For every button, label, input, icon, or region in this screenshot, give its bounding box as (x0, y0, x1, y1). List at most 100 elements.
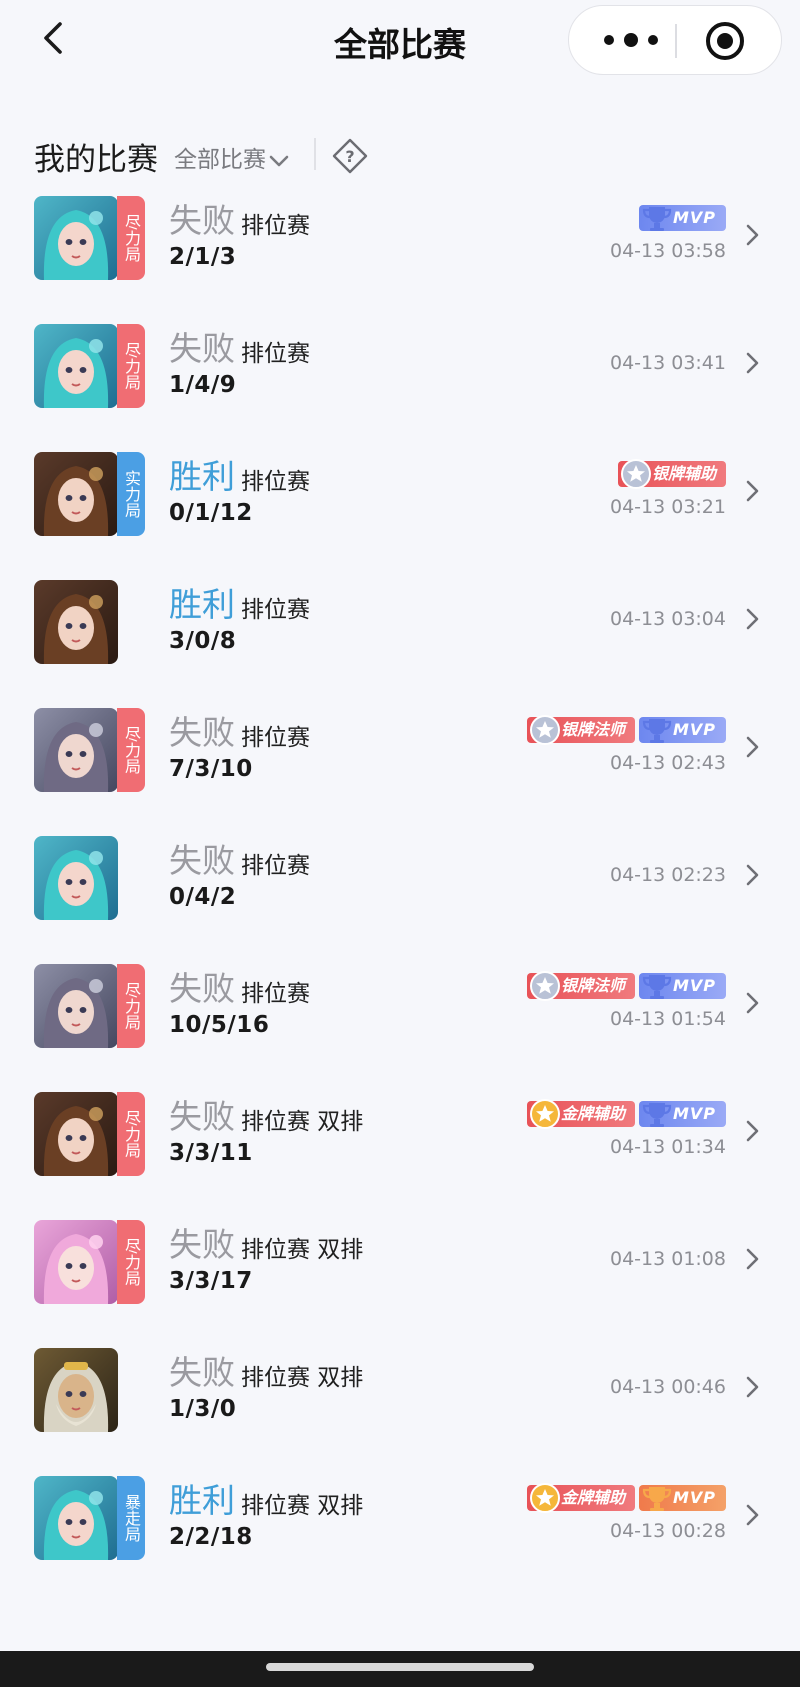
mvp-badge: MVP (638, 973, 726, 999)
game-tag-badge: 暴走局 (117, 1476, 145, 1560)
match-mode: 排位赛 双排 (241, 1237, 364, 1263)
kda-score: 2/2/18 (169, 1524, 253, 1550)
match-time: 04-13 02:43 (609, 752, 726, 774)
match-row[interactable]: 实力局 胜利 排位赛 0/1/12 银牌辅助 04-13 03:21 (0, 444, 800, 582)
chevron-right-icon (746, 736, 759, 758)
record-target-icon[interactable] (697, 14, 753, 68)
badge-label: MVP (672, 1104, 716, 1123)
match-row[interactable]: 尽力局 失败 排位赛 双排 3/3/17 04-13 01:08 (0, 1212, 800, 1350)
trophy-icon (642, 1103, 672, 1127)
match-row[interactable]: 暴走局 胜利 排位赛 双排 2/2/18 金牌辅助 MVP 04-13 00:28 (0, 1468, 800, 1606)
kda-score: 7/3/10 (169, 756, 253, 782)
svg-text:?: ? (345, 147, 354, 166)
hero-avatar (34, 580, 118, 664)
match-mode: 排位赛 (241, 725, 310, 751)
honor-badges: MVP (638, 205, 726, 235)
match-mode: 排位赛 双排 (241, 1493, 364, 1519)
match-result: 失败 (169, 713, 235, 752)
match-result: 失败 (169, 969, 235, 1008)
match-time: 04-13 01:54 (609, 1008, 726, 1030)
match-row[interactable]: 尽力局 失败 排位赛 1/4/9 04-13 03:41 (0, 316, 800, 454)
medal-star-icon (529, 1099, 560, 1129)
match-time: 04-13 02:23 (609, 864, 726, 886)
game-tag-badge: 尽力局 (117, 964, 145, 1048)
match-filter-dropdown[interactable]: 全部比赛 (174, 140, 290, 174)
badge-label: 银牌法师 (560, 976, 625, 995)
match-row[interactable]: 尽力局 失败 排位赛 双排 3/3/11 金牌辅助 MVP 04-13 01:34 (0, 1084, 800, 1222)
hero-avatar (34, 964, 118, 1048)
hero-avatar (34, 1348, 118, 1432)
hero-avatar (34, 1220, 118, 1304)
match-row[interactable]: 失败 排位赛 双排 1/3/0 04-13 00:46 (0, 1340, 800, 1478)
match-time: 04-13 03:58 (609, 240, 726, 262)
badge-label: 银牌法师 (560, 720, 625, 739)
badge-label: 银牌辅助 (651, 464, 716, 483)
trophy-icon (642, 975, 672, 999)
match-row[interactable]: 失败 排位赛 0/4/2 04-13 02:23 (0, 828, 800, 966)
honor-badges: 金牌辅助 MVP (526, 1099, 726, 1131)
match-time: 04-13 01:34 (609, 1136, 726, 1158)
match-mode: 排位赛 (241, 469, 310, 495)
dropdown-value: 全部比赛 (174, 147, 266, 173)
filter-divider (314, 138, 316, 170)
medal-badge: 金牌辅助 (526, 1483, 635, 1513)
kda-score: 3/3/11 (169, 1140, 253, 1166)
game-tag-badge: 尽力局 (117, 196, 145, 280)
mvp-badge: MVP (638, 205, 726, 231)
match-result: 失败 (169, 1097, 235, 1136)
more-dots-icon[interactable] (591, 16, 671, 64)
medal-star-icon (529, 971, 560, 1001)
match-time: 04-13 00:46 (609, 1376, 726, 1398)
honor-badges: 金牌辅助 MVP (526, 1483, 726, 1515)
nav-bar: 全部比赛 (0, 0, 800, 90)
match-result: 失败 (169, 201, 235, 240)
match-result: 失败 (169, 841, 235, 880)
hero-avatar (34, 1476, 118, 1560)
mvp-badge: MVP (638, 1101, 726, 1127)
kda-score: 2/1/3 (169, 244, 237, 270)
match-mode: 排位赛 (241, 341, 310, 367)
home-indicator[interactable] (266, 1663, 534, 1671)
kda-score: 10/5/16 (169, 1012, 270, 1038)
trophy-icon (642, 719, 672, 743)
match-time: 04-13 01:08 (609, 1248, 726, 1270)
match-row[interactable]: 尽力局 失败 排位赛 7/3/10 银牌法师 MVP 04-13 02:43 (0, 700, 800, 838)
mini-program-capsule (568, 5, 782, 75)
game-tag-badge: 尽力局 (117, 1220, 145, 1304)
match-mode: 排位赛 (241, 981, 310, 1007)
medal-star-icon (529, 715, 560, 745)
question-diamond-icon[interactable]: ? (330, 136, 370, 176)
hero-avatar (34, 836, 118, 920)
hero-avatar (34, 452, 118, 536)
capsule-divider (675, 24, 677, 58)
kda-score: 3/3/17 (169, 1268, 253, 1294)
match-row[interactable]: 胜利 排位赛 3/0/8 04-13 03:04 (0, 572, 800, 710)
match-result: 胜利 (169, 1481, 235, 1520)
hero-avatar (34, 196, 118, 280)
badge-label: MVP (672, 1488, 716, 1507)
mvp-badge: MVP (638, 1485, 726, 1511)
kda-score: 1/3/0 (169, 1396, 237, 1422)
kda-score: 1/4/9 (169, 372, 237, 398)
medal-star-icon (620, 459, 651, 489)
chevron-right-icon (746, 992, 759, 1014)
match-result: 失败 (169, 329, 235, 368)
medal-badge: 银牌法师 (526, 715, 635, 745)
match-row[interactable]: 尽力局 失败 排位赛 10/5/16 银牌法师 MVP 04-13 01:54 (0, 956, 800, 1094)
match-result: 失败 (169, 1353, 235, 1392)
game-tag-badge: 实力局 (117, 452, 145, 536)
chevron-right-icon (746, 1504, 759, 1526)
mvp-badge: MVP (638, 717, 726, 743)
medal-badge: 银牌辅助 (617, 459, 726, 489)
game-tag-badge: 尽力局 (117, 324, 145, 408)
honor-badges: 银牌法师 MVP (526, 715, 726, 747)
match-row[interactable]: 尽力局 失败 排位赛 2/1/3 MVP 04-13 03:58 (0, 188, 800, 326)
chevron-right-icon (746, 480, 759, 502)
badge-label: MVP (672, 720, 716, 739)
chevron-right-icon (746, 224, 759, 246)
filter-row: 我的比赛 全部比赛 ? (34, 128, 734, 184)
hero-avatar (34, 708, 118, 792)
chevron-right-icon (746, 608, 759, 630)
game-tag-badge: 尽力局 (117, 708, 145, 792)
kda-score: 3/0/8 (169, 628, 237, 654)
